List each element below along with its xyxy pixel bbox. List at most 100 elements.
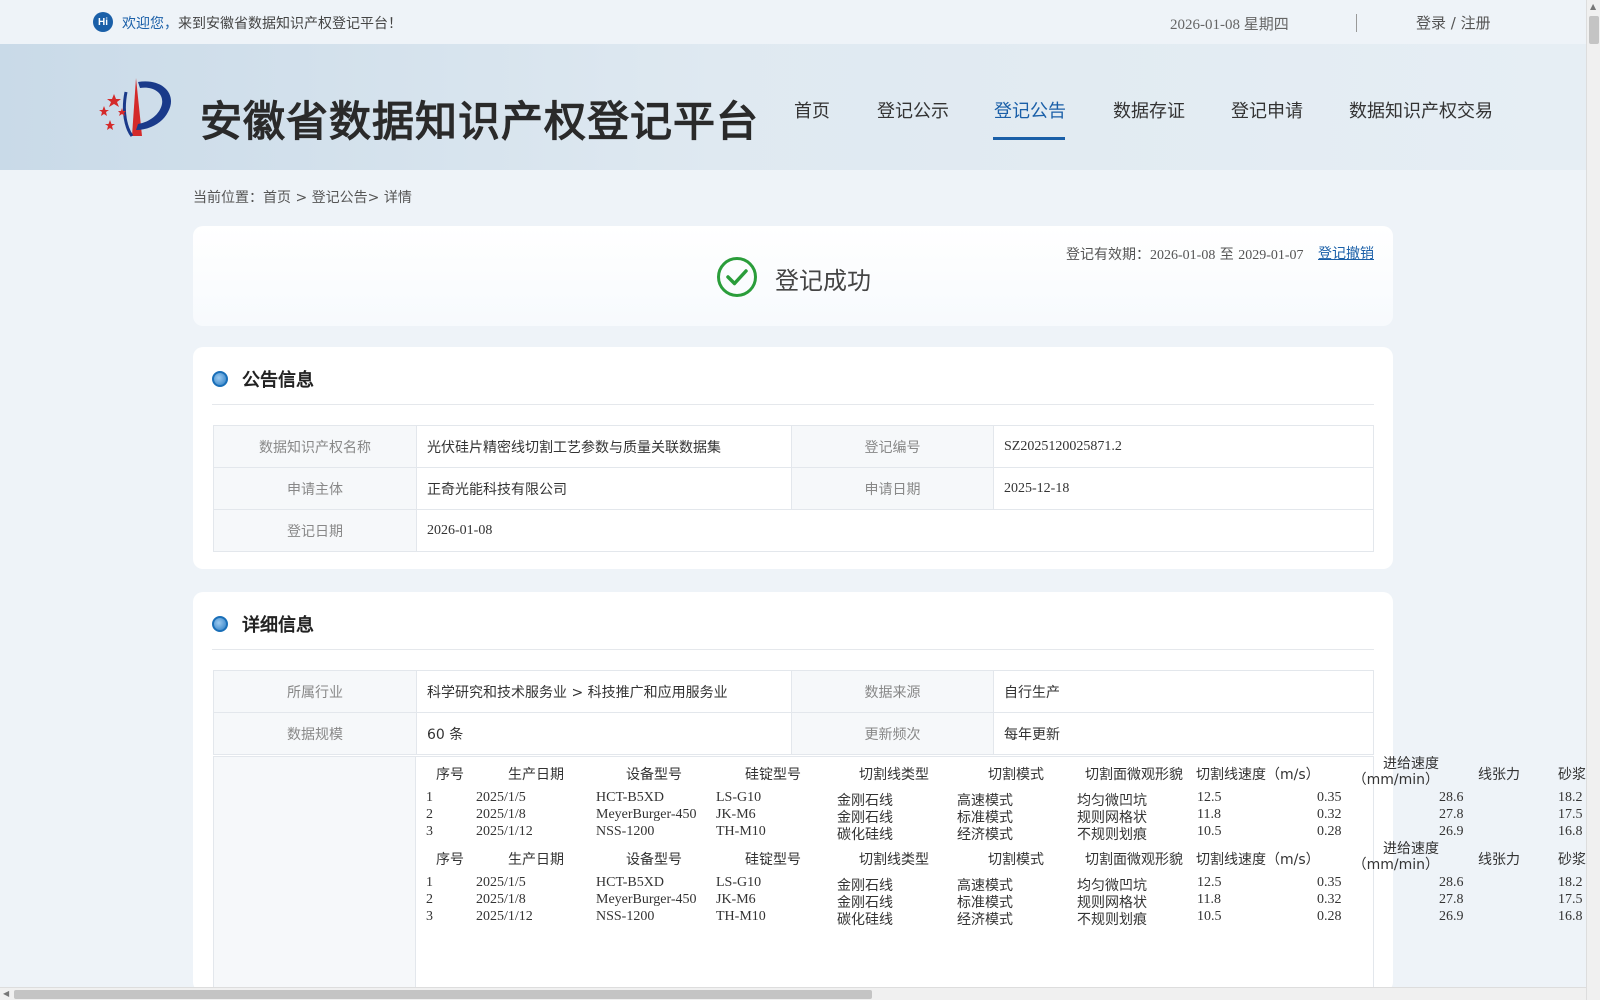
detail-section-header: 详细信息: [212, 611, 314, 637]
status-text: 登记成功: [775, 267, 871, 295]
sample-data-cell: 2025/1/12: [476, 909, 533, 924]
sample-data-cell: 17.5: [1558, 892, 1583, 907]
revoke-link[interactable]: 登记撤销: [1318, 243, 1374, 263]
data-source: 自行生产: [993, 670, 1374, 713]
vertical-scrollbar[interactable]: ▲: [1586, 0, 1600, 1000]
sample-data-cell: 27.8: [1439, 807, 1464, 822]
current-date: 2026-01-08 星期四: [1170, 17, 1289, 33]
scroll-left-icon[interactable]: ◀: [3, 989, 9, 998]
sample-data-cell: MeyerBurger-450: [596, 892, 697, 907]
success-check-icon: [717, 257, 757, 297]
sample-data-cell: 0.35: [1317, 875, 1342, 890]
sample-data-cell: 10.5: [1197, 824, 1222, 839]
registration-date: 2026-01-08: [416, 509, 1374, 552]
validity-period: 登记有效期：2026-01-08 至 2029-01-07: [1066, 247, 1304, 263]
horizontal-scrollbar[interactable]: ◀: [0, 987, 1586, 1000]
login-register-link[interactable]: 登录 / 注册: [1416, 12, 1491, 33]
nav-ip-trading[interactable]: 数据知识产权交易: [1349, 97, 1493, 123]
sample-data-cell: 12.5: [1197, 790, 1222, 805]
detail-table: 所属行业 科学研究和技术服务业 > 科技推广和应用服务业 数据来源 自行生产 数…: [213, 670, 1374, 755]
sample-data-cell: NSS-1200: [596, 909, 655, 924]
sample-header-cell: 切割面微观形貌: [1085, 767, 1183, 783]
sample-header-cell: 切割线速度（m/s）: [1196, 852, 1320, 868]
sample-data-cell: 经济模式: [957, 828, 1013, 843]
sample-data-cell: 10.5: [1197, 909, 1222, 924]
sample-data-cell: 27.8: [1439, 892, 1464, 907]
sample-data-cell: 0.35: [1317, 790, 1342, 805]
breadcrumb-sep: >: [291, 190, 312, 206]
sample-header-cell: 切割面微观形貌: [1085, 852, 1183, 868]
sample-header-cell: 硅锭型号: [745, 852, 801, 868]
scroll-up-icon[interactable]: ▲: [1590, 2, 1596, 11]
breadcrumb-section[interactable]: 登记公告: [312, 190, 368, 206]
field-label: 登记日期: [213, 509, 417, 552]
active-nav-indicator: [993, 137, 1065, 140]
sample-data-cell: 3: [426, 909, 433, 924]
site-logo[interactable]: [92, 72, 176, 142]
sample-data-cell: LS-G10: [716, 790, 762, 805]
breadcrumb-current: 详情: [383, 190, 412, 206]
notice-section-header: 公告信息: [212, 366, 314, 392]
registration-number: SZ2025120025871.2: [993, 425, 1374, 468]
sample-data-cell: 2025/1/5: [476, 875, 526, 890]
sample-data-cell: 2025/1/5: [476, 790, 526, 805]
sample-data-cell: TH-M10: [716, 824, 766, 839]
section-title: 详细信息: [242, 615, 314, 636]
top-bar: Hi 欢迎您，来到安徽省数据知识产权登记平台！ 2026-01-08 星期四 登…: [0, 0, 1586, 44]
update-frequency: 每年更新: [993, 712, 1374, 755]
section-divider: [212, 649, 1374, 650]
section-title: 公告信息: [242, 370, 314, 391]
field-label: 更新频次: [791, 712, 994, 755]
sample-data-cell: 12.5: [1197, 875, 1222, 890]
breadcrumb-sep: >: [367, 190, 384, 206]
sample-header-cell: 进给速度（mm/min）: [1352, 841, 1439, 873]
sample-data-cell: 2: [426, 807, 433, 822]
sample-header-cell: 线张力: [1478, 852, 1520, 868]
sample-data-cell: 1: [426, 875, 433, 890]
section-bullet-icon: [212, 371, 228, 387]
sample-data-cell: NSS-1200: [596, 824, 655, 839]
sample-data-cell: JK-M6: [716, 892, 756, 907]
field-label: 所属行业: [213, 670, 417, 713]
data-scale: 60 条: [416, 712, 792, 755]
sample-data-cell: 2025/1/8: [476, 892, 526, 907]
sample-data-cell: 3: [426, 824, 433, 839]
sample-data-cell: 经济模式: [957, 913, 1013, 928]
sample-header-cell: 设备型号: [626, 852, 682, 868]
welcome-text: 欢迎您，来到安徽省数据知识产权登记平台！: [122, 16, 402, 32]
sample-header-cell: 切割线类型: [859, 767, 929, 783]
nav-data-deposit[interactable]: 数据存证: [1113, 97, 1185, 123]
nav-registration-publicity[interactable]: 登记公示: [877, 97, 949, 123]
sample-data-cell: 0.28: [1317, 909, 1342, 924]
notice-table: 数据知识产权名称 光伏硅片精密线切割工艺参数与质量关联数据集 登记编号 SZ20…: [213, 425, 1374, 552]
sample-data-cell: 18.2: [1558, 790, 1583, 805]
section-bullet-icon: [212, 616, 228, 632]
sample-data-cell: 0.32: [1317, 892, 1342, 907]
sample-header-cell: 设备型号: [626, 767, 682, 783]
horizontal-scroll-thumb[interactable]: [14, 990, 872, 999]
sample-header-cell: 生产日期: [508, 852, 564, 868]
breadcrumb-home[interactable]: 首页: [263, 190, 291, 206]
ip-name: 光伏硅片精密线切割工艺参数与质量关联数据集: [416, 425, 792, 468]
section-divider: [212, 404, 1374, 405]
vertical-scroll-thumb[interactable]: [1589, 16, 1599, 44]
sample-header-cell: 砂浆: [1558, 767, 1586, 783]
sample-data-cell: 2025/1/12: [476, 824, 533, 839]
nav-home[interactable]: 首页: [794, 97, 830, 123]
sample-data-cell: 16.8: [1558, 824, 1583, 839]
hi-icon: Hi: [93, 12, 113, 32]
nav-registration-announcement[interactable]: 登记公告: [994, 97, 1066, 123]
sample-data-cell: 17.5: [1558, 807, 1583, 822]
sample-data-cell: 11.8: [1197, 892, 1221, 907]
divider: [1356, 14, 1357, 32]
apply-date: 2025-12-18: [993, 467, 1374, 510]
sample-data-cell: TH-M10: [716, 909, 766, 924]
sample-header-cell: 切割模式: [988, 852, 1044, 868]
site-title: 安徽省数据知识产权登记平台: [200, 97, 760, 146]
nav-registration-apply[interactable]: 登记申请: [1231, 97, 1303, 123]
sample-data-cell: 26.9: [1439, 909, 1464, 924]
sample-header-cell: 序号: [436, 852, 464, 868]
sample-header-cell: 切割模式: [988, 767, 1044, 783]
sample-header-cell: 线张力: [1478, 767, 1520, 783]
sample-data-cell: 11.8: [1197, 807, 1221, 822]
